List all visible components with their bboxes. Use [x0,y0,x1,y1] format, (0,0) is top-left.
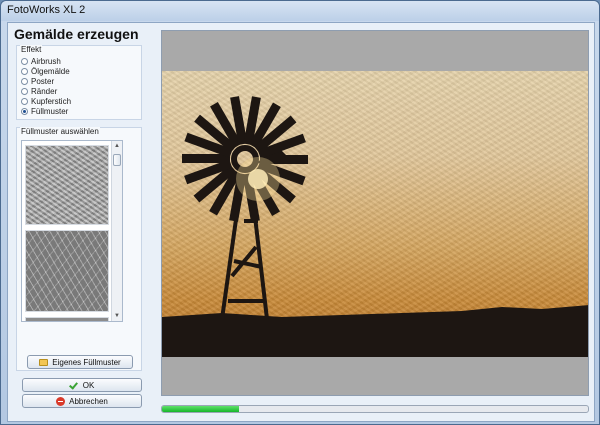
panel-heading: Gemälde erzeugen [14,26,139,42]
radio-button-selected[interactable] [21,107,28,115]
radio-label: Poster [31,76,55,86]
folder-icon [39,358,49,366]
effekt-group: Effekt Airbrush Ölgemälde Poster Ränder … [16,45,142,120]
cancel-label: Abbrechen [69,396,108,406]
cancel-icon [56,396,66,406]
radio-oelgemaelde[interactable]: Ölgemälde [21,66,70,76]
preview-image [162,71,588,357]
radio-label: Füllmuster [31,106,69,116]
pattern-thumbnail[interactable] [25,230,109,312]
dialog-body: Gemälde erzeugen Effekt Airbrush Ölgemäl… [7,22,595,422]
progress-fill [162,406,239,412]
own-pattern-label: Eigenes Füllmuster [52,357,121,367]
app-window: FotoWorks XL 2 Gemälde erzeugen Effekt A… [0,0,600,425]
effekt-label: Effekt [20,45,43,54]
radio-button[interactable] [21,97,28,105]
scroll-up-icon[interactable]: ▲ [112,141,122,151]
own-pattern-button[interactable]: Eigenes Füllmuster [27,355,133,369]
radio-button[interactable] [21,77,28,85]
radio-button[interactable] [21,57,28,65]
radio-fuellmuster[interactable]: Füllmuster [21,106,68,116]
pattern-list[interactable]: ▲ ▼ [21,140,123,322]
radio-button[interactable] [21,67,28,75]
scroll-down-icon[interactable]: ▼ [112,311,122,321]
radio-kupferstich[interactable]: Kupferstich [21,96,71,106]
radio-label: Ränder [31,86,58,96]
windmill-silhouette [162,96,588,357]
radio-label: Ölgemälde [31,66,70,76]
radio-raender[interactable]: Ränder [21,86,57,96]
pattern-thumbnail[interactable] [25,317,109,321]
cancel-button[interactable]: Abbrechen [22,394,142,408]
fuellmuster-group: Füllmuster auswählen ▲ ▼ Eigenes Füllmus… [16,127,142,371]
fuellmuster-label: Füllmuster auswählen [20,127,100,136]
radio-label: Airbrush [31,56,61,66]
check-icon [70,381,79,390]
progress-bar [161,405,589,413]
window-title: FotoWorks XL 2 [7,4,86,16]
ok-label: OK [82,380,95,390]
ok-button[interactable]: OK [22,378,142,392]
radio-airbrush[interactable]: Airbrush [21,56,61,66]
radio-poster[interactable]: Poster [21,76,54,86]
pattern-thumbnail[interactable] [25,145,109,225]
radio-button[interactable] [21,87,28,95]
preview-area [161,30,589,396]
pattern-scrollbar[interactable]: ▲ ▼ [111,141,122,321]
radio-label: Kupferstich [31,96,72,106]
title-bar[interactable]: FotoWorks XL 2 [1,1,599,21]
scroll-thumb[interactable] [113,154,121,166]
